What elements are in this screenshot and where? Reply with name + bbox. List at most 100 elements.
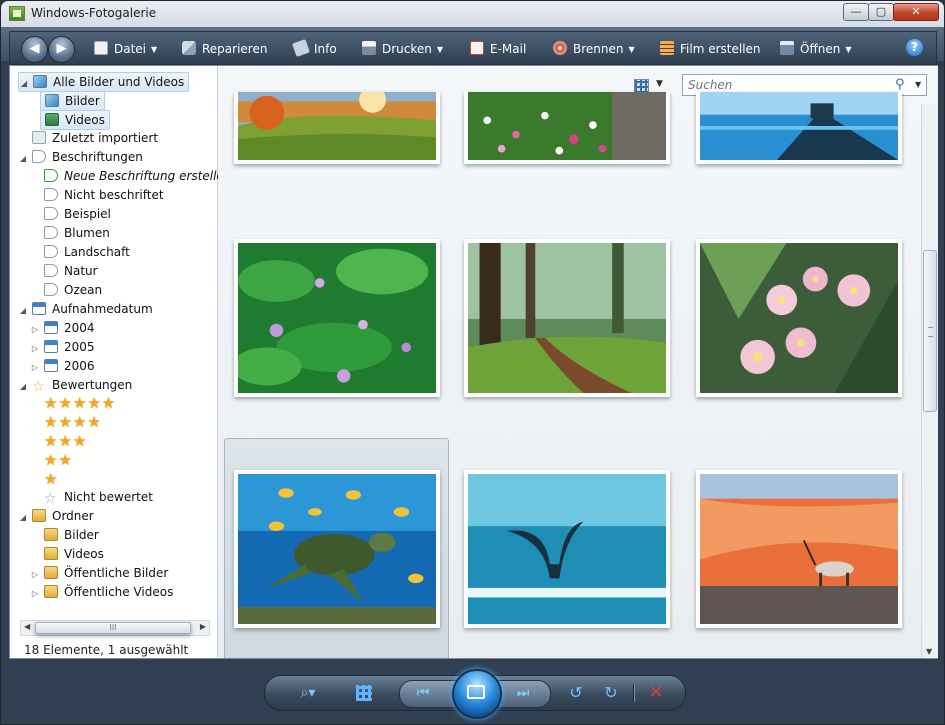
pictures-videos-icon (33, 75, 47, 88)
forward-button[interactable]: ▶ (48, 36, 75, 63)
search-icon[interactable]: ⚲ (895, 77, 905, 92)
nav-tag-item[interactable]: Blumen (40, 224, 110, 242)
print-menu-button[interactable]: Drucken ▼ (362, 41, 443, 57)
scroll-left-arrow-icon[interactable]: ◀ (24, 622, 30, 631)
close-button[interactable]: ✕ (893, 3, 939, 21)
photo-thumbnail-selected[interactable] (234, 470, 440, 628)
nav-label: Bilder (65, 94, 100, 108)
info-button[interactable]: Info (292, 39, 337, 57)
nav-tag-item[interactable]: Natur (40, 262, 98, 280)
minimize-button[interactable]: — (843, 3, 869, 21)
nav-videos[interactable]: Videos (40, 110, 110, 130)
calendar-icon (44, 340, 58, 353)
nav-year[interactable]: ▷ 2006 (30, 357, 95, 375)
nav-folder-item[interactable]: ▷ Öffentliche Bilder (30, 564, 168, 582)
make-movie-button[interactable]: Film erstellen (660, 41, 761, 57)
delete-button[interactable]: ✕ (645, 682, 667, 704)
slideshow-button[interactable] (452, 669, 502, 719)
photo-thumbnail[interactable] (696, 470, 902, 628)
nav-rating-3-stars[interactable]: ★★★ (44, 432, 87, 450)
photo-thumbnail[interactable] (234, 239, 440, 397)
nav-folder-item[interactable]: Videos (40, 545, 104, 563)
nav-rating-4-stars[interactable]: ★★★★ (44, 413, 102, 431)
zoom-button[interactable]: ⌕▾ (291, 682, 325, 704)
collapse-triangle-icon[interactable]: ◢ (18, 378, 28, 396)
nav-year[interactable]: ▷ 2004 (30, 319, 95, 337)
expand-triangle-icon[interactable]: ▷ (30, 340, 40, 358)
nav-untagged[interactable]: Nicht beschriftet (40, 186, 164, 204)
nav-pictures[interactable]: Bilder (40, 91, 105, 111)
nav-label: Ordner (52, 509, 94, 523)
actual-size-button[interactable] (353, 682, 375, 704)
separator (633, 684, 635, 702)
repair-button[interactable]: Reparieren (182, 41, 267, 57)
file-menu-button[interactable]: Datei ▼ (94, 41, 157, 57)
title-bar[interactable]: Windows-Fotogalerie — ▢ ✕ (1, 1, 944, 27)
nav-tags[interactable]: ◢ Beschriftungen (18, 148, 143, 166)
nav-ratings[interactable]: ◢ ☆ Bewertungen (18, 376, 132, 394)
nav-all-pictures-videos[interactable]: ◢ Alle Bilder und Videos (18, 72, 190, 93)
nav-date-taken[interactable]: ◢ Aufnahmedatum (18, 300, 153, 318)
expand-triangle-icon[interactable]: ▷ (30, 321, 40, 339)
nav-year[interactable]: ▷ 2005 (30, 338, 95, 356)
maximize-button[interactable]: ▢ (868, 3, 894, 21)
photo-thumbnail[interactable] (696, 239, 902, 397)
previous-button[interactable]: ⏮ (410, 682, 436, 704)
expand-triangle-icon[interactable]: ▷ (30, 566, 40, 584)
info-label: Info (314, 42, 337, 56)
photo-thumbnail[interactable] (234, 92, 440, 164)
next-button[interactable]: ⏭ (510, 682, 536, 704)
chevron-down-icon[interactable]: ▼ (915, 80, 921, 89)
nav-create-new-tag[interactable]: Neue Beschriftung erstellen (40, 167, 231, 185)
photo-thumbnail[interactable] (696, 92, 902, 164)
expand-triangle-icon[interactable]: ▷ (30, 585, 40, 603)
photo-thumbnail[interactable] (464, 239, 670, 397)
rotate-left-button[interactable]: ↺ (565, 682, 587, 704)
photo-gallery-app-icon (9, 6, 25, 21)
nav-tag-item[interactable]: Beispiel (40, 205, 111, 223)
nav-label: 2005 (64, 340, 95, 354)
scroll-thumb[interactable]: III (35, 622, 191, 634)
email-button[interactable]: E-Mail (470, 41, 526, 57)
nav-label: Öffentliche Videos (64, 585, 174, 599)
whale-tail-image (468, 474, 666, 624)
nav-label: Bilder (64, 528, 99, 542)
open-menu-button[interactable]: Öffnen ▼ (780, 41, 851, 57)
nav-rating-5-stars[interactable]: ★★★★★ (44, 394, 116, 412)
scroll-right-arrow-icon[interactable]: ▶ (200, 622, 206, 631)
main-area: ◢ Alle Bilder und Videos Bilder Videos Zu… (9, 65, 938, 659)
nav-horizontal-scrollbar[interactable]: ◀ III ▶ (20, 620, 210, 636)
app-window: Windows-Fotogalerie — ▢ ✕ ◀ ▶ Datei ▼ Rep… (0, 0, 945, 725)
nav-not-rated[interactable]: ☆ Nicht bewertet (40, 488, 153, 506)
thumbnail-area: ▼ Suchen ⚲ ▼ ▼ (218, 66, 938, 658)
collapse-triangle-icon[interactable]: ◢ (18, 302, 28, 320)
scroll-thumb[interactable] (923, 250, 937, 412)
nav-label: Beispiel (64, 207, 111, 221)
photo-thumbnail[interactable] (464, 92, 670, 164)
nav-folder-item[interactable]: ▷ Öffentliche Videos (30, 583, 173, 601)
nav-recently-imported[interactable]: Zuletzt importiert (28, 129, 158, 147)
help-icon[interactable]: ? (906, 39, 923, 56)
burn-menu-button[interactable]: Brennen ▼ (553, 41, 635, 57)
nav-rating-1-star[interactable]: ★ (44, 470, 58, 488)
nav-rating-2-stars[interactable]: ★★ (44, 451, 73, 469)
collapse-triangle-icon[interactable]: ◢ (18, 150, 28, 168)
thumbnail-vertical-scrollbar[interactable]: ▼ (921, 104, 938, 658)
back-button[interactable]: ◀ (21, 36, 48, 63)
collapse-triangle-icon[interactable]: ◢ (19, 75, 29, 93)
nav-folder-item[interactable]: Bilder (40, 526, 99, 544)
nav-tag-item[interactable]: Ozean (40, 281, 102, 299)
tag-icon (44, 245, 58, 258)
chevron-down-icon: ▼ (628, 45, 635, 54)
nav-tag-item[interactable]: Landschaft (40, 243, 130, 261)
photo-thumbnail[interactable] (464, 470, 670, 628)
untagged-icon (44, 188, 58, 201)
nav-label: 2006 (64, 359, 95, 373)
public-pictures-folder-icon (44, 566, 58, 579)
expand-triangle-icon[interactable]: ▷ (30, 359, 40, 377)
rotate-right-button[interactable]: ↻ (600, 682, 622, 704)
tag-icon (44, 283, 58, 296)
collapse-triangle-icon[interactable]: ◢ (18, 509, 28, 527)
nav-folders[interactable]: ◢ Ordner (18, 507, 94, 525)
scroll-down-arrow-icon[interactable]: ▼ (926, 647, 932, 656)
